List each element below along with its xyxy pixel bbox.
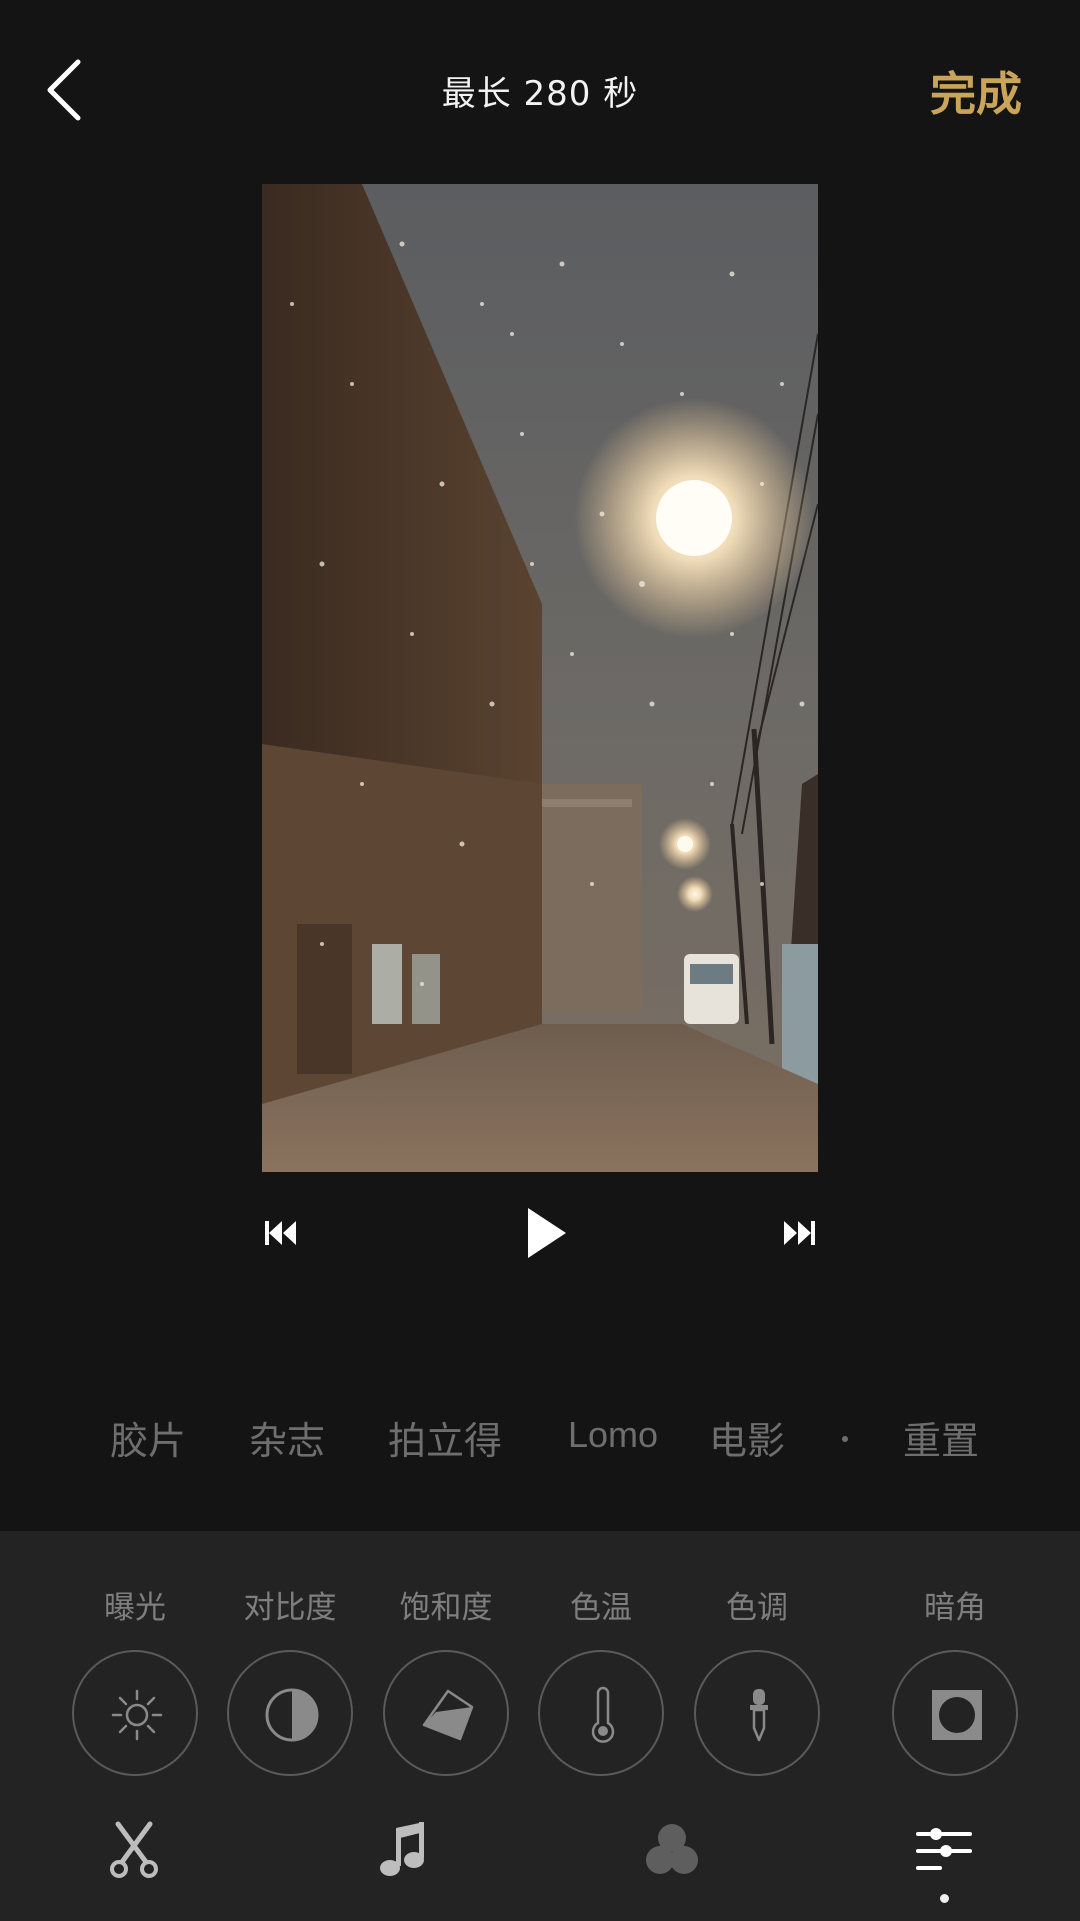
contrast-icon: [265, 1688, 319, 1742]
adjust-label-vignette: 暗角: [924, 1590, 986, 1626]
contrast-button[interactable]: [227, 1650, 353, 1776]
separator-dot: [842, 1436, 848, 1442]
next-button[interactable]: [780, 1214, 818, 1252]
skip-previous-icon: [265, 1221, 296, 1245]
play-button[interactable]: [522, 1204, 572, 1262]
music-note-icon: [380, 1822, 424, 1876]
filter-movie[interactable]: 电影: [709, 1410, 785, 1465]
tab-music[interactable]: [374, 1818, 434, 1880]
skip-next-icon: [784, 1221, 815, 1245]
tab-filters[interactable]: [642, 1818, 702, 1880]
play-icon: [528, 1208, 566, 1258]
thermometer-icon: [591, 1686, 615, 1743]
adjust-label-contrast: 对比度: [243, 1590, 337, 1626]
tab-adjust[interactable]: [914, 1818, 974, 1880]
filter-row: 胶片 杂志 拍立得 Lomo 电影 重置: [0, 1410, 1080, 1470]
top-bar: 最长 280 秒 完成: [0, 0, 1080, 185]
adjust-label-temperature: 色温: [570, 1590, 632, 1626]
page-title: 最长 280 秒: [441, 74, 639, 114]
filter-film[interactable]: 胶片: [110, 1410, 186, 1465]
done-button[interactable]: 完成: [930, 58, 1022, 124]
exposure-button[interactable]: [72, 1650, 198, 1776]
temperature-button[interactable]: [538, 1650, 664, 1776]
adjust-label-exposure: 曝光: [104, 1590, 166, 1626]
pipette-icon: [750, 1689, 768, 1742]
adjust-label-tint: 色调: [726, 1590, 788, 1626]
tab-trim[interactable]: [104, 1818, 164, 1880]
filter-lomo[interactable]: Lomo: [568, 1414, 658, 1456]
droplet-icon: [422, 1689, 474, 1741]
previous-button[interactable]: [262, 1214, 300, 1252]
vignette-icon: [932, 1690, 982, 1740]
filter-circles-icon: [646, 1824, 698, 1874]
video-frame-image: [262, 184, 818, 1172]
sun-icon: [111, 1689, 163, 1741]
reset-button[interactable]: 重置: [903, 1410, 979, 1465]
player-controls: [0, 1198, 1080, 1272]
video-preview[interactable]: [262, 184, 818, 1172]
saturation-button[interactable]: [383, 1650, 509, 1776]
adjust-label-saturation: 饱和度: [399, 1590, 493, 1626]
sliders-icon: [916, 1828, 972, 1870]
vignette-button[interactable]: [892, 1650, 1018, 1776]
scissors-icon: [110, 1821, 158, 1878]
filter-polaroid[interactable]: 拍立得: [388, 1410, 502, 1465]
tint-button[interactable]: [694, 1650, 820, 1776]
active-tab-indicator: [940, 1894, 949, 1903]
filter-magazine[interactable]: 杂志: [249, 1410, 325, 1465]
